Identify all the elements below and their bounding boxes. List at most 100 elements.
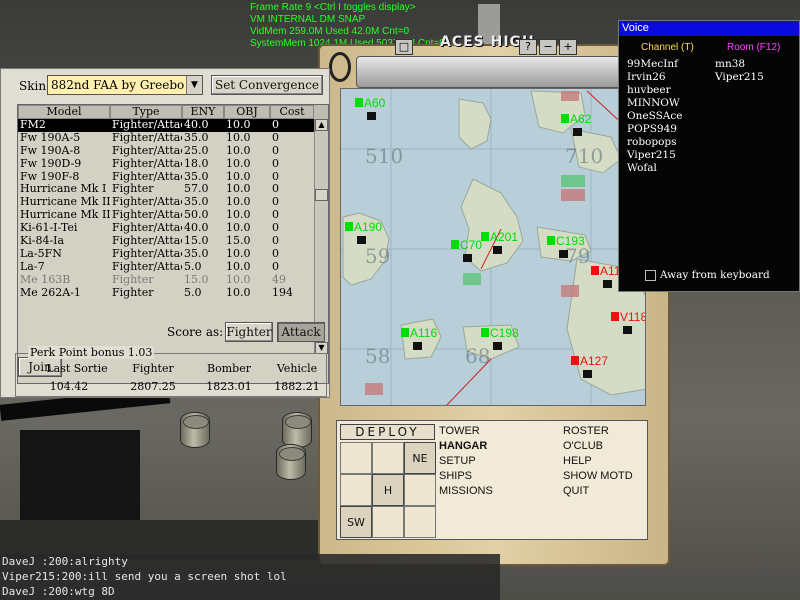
voice-user[interactable]: huvbeer: [627, 84, 682, 97]
base-flag-icon: [571, 356, 579, 365]
chat-line: Viper215:200:ill send you a screen shot …: [2, 570, 287, 583]
window-icon[interactable]: □: [395, 39, 413, 55]
plane-cell-type: Fighter/Attack: [112, 235, 182, 248]
menu-oclub[interactable]: O'CLUB: [563, 440, 603, 452]
score-attack-button[interactable]: Attack: [277, 322, 325, 342]
voice-user[interactable]: Wofal: [627, 162, 682, 175]
plane-row[interactable]: La-5FN Fighter/Attack35.0 10.0 0: [18, 248, 314, 261]
voice-user[interactable]: MINNOW: [627, 97, 682, 110]
plane-row[interactable]: Me 163B Fighter 15.0 10.0 49: [18, 274, 314, 287]
deploy-cell: [372, 506, 404, 538]
map-base-label: A60: [364, 96, 386, 110]
clipboard-map[interactable]: 510 59 68 58 710 79 A60 A62 A190 C70 A201 C19…: [340, 88, 646, 406]
scroll-up-icon[interactable]: ▲: [315, 119, 328, 131]
voice-user[interactable]: Viper215: [627, 149, 682, 162]
airfield-icon: [493, 246, 502, 254]
plane-cell-obj: 10.0: [226, 157, 251, 170]
plane-cell-model: FM2: [20, 119, 46, 131]
help-icon[interactable]: ?: [519, 39, 537, 55]
plane-list-scrollbar[interactable]: ▲ ▼: [314, 119, 328, 354]
plane-row[interactable]: La-7 Fighter/Attack5.0 10.0 0: [18, 261, 314, 274]
scroll-thumb[interactable]: [315, 189, 328, 201]
voice-user[interactable]: OneSSAce: [627, 110, 682, 123]
menu-help[interactable]: HELP: [563, 455, 592, 467]
score-fighter-button[interactable]: Fighter: [225, 322, 273, 342]
voice-channel-header[interactable]: Channel (T): [641, 42, 694, 53]
plane-table-header: Model Type ENY OBJ Cost: [18, 105, 328, 119]
plane-cell-obj: 10.0: [226, 170, 251, 183]
base-flag-icon: [481, 328, 489, 337]
column-cost[interactable]: Cost: [270, 105, 314, 119]
map-sector-label: 59: [365, 244, 390, 268]
set-convergence-button[interactable]: Set Convergence: [211, 75, 323, 95]
plane-row[interactable]: Hurricane Mk IIDFighter/Attack50.0 10.0 0: [18, 209, 314, 222]
voice-user[interactable]: mn38: [715, 58, 764, 71]
voice-room-header[interactable]: Room (F12): [727, 42, 780, 53]
airfield-icon: [603, 280, 612, 288]
plane-row[interactable]: Ki-61-I-Tei Fighter/Attack40.0 10.0 0: [18, 222, 314, 235]
map-sector-label: 58: [365, 344, 390, 368]
map-sector-label: 68: [465, 344, 490, 368]
plane-cell-type: Fighter: [112, 183, 154, 196]
plane-cell-model: Me 262A-1: [20, 286, 81, 299]
clipboard-clip: [356, 56, 646, 88]
plane-cell-model: Fw 190D-9: [20, 157, 82, 170]
map-base-label: A116: [410, 326, 437, 340]
chevron-down-icon[interactable]: ▼: [186, 76, 202, 94]
plane-row[interactable]: Me 262A-1 Fighter 5.0 10.0 194: [18, 287, 314, 300]
column-type[interactable]: Type: [110, 105, 182, 119]
plane-row[interactable]: Ki-84-IaFighter/Attack15.015.00: [18, 235, 314, 248]
plane-row[interactable]: Hurricane Mk IICFighter/Attack35.0 10.0 0: [18, 196, 314, 209]
menu-roster[interactable]: ROSTER: [563, 425, 609, 437]
hud-line: VM INTERNAL DM SNAP: [250, 14, 366, 25]
menu-ships[interactable]: SHIPS: [439, 470, 472, 482]
plane-cell-cost: 0: [272, 119, 279, 131]
chat-log: DaveJ :200:alrighty Viper215:200:ill sen…: [0, 554, 500, 600]
skin-dropdown[interactable]: 882nd FAA by Greebo ▼: [47, 75, 203, 95]
menu-hangar[interactable]: HANGAR: [439, 440, 487, 452]
deploy-sw-button[interactable]: SW: [340, 506, 372, 538]
column-obj[interactable]: OBJ: [224, 105, 270, 119]
plane-cell-model: Hurricane Mk I: [20, 183, 107, 196]
zoom-in-icon[interactable]: +: [559, 39, 577, 55]
plane-cell-model: Hurricane Mk IID: [20, 209, 110, 222]
deploy-cell: [340, 474, 372, 506]
menu-setup[interactable]: SETUP: [439, 455, 476, 467]
deploy-panel: DEPLOY NE H SW TOWER ROSTER HANGAR O'CLU…: [336, 420, 648, 540]
away-checkbox[interactable]: [645, 269, 656, 281]
barrel: [276, 444, 306, 480]
plane-row[interactable]: FM2 Fighter/Attack40.0 10.0 0: [18, 119, 314, 132]
plane-row[interactable]: Fw 190F-8 Fighter/Attack35.0 10.0 0: [18, 171, 314, 184]
map-base-marker[interactable]: A60: [355, 96, 386, 120]
deploy-title: DEPLOY: [340, 424, 435, 440]
voice-user[interactable]: 99MecInf: [627, 58, 682, 71]
plane-cell-model: Ki-84-Ia: [20, 235, 65, 248]
away-from-keyboard-toggle[interactable]: Away from keyboard: [645, 269, 770, 281]
plane-cell-eny: 18.0: [184, 157, 209, 170]
column-model[interactable]: Model: [18, 105, 110, 119]
deploy-home-button[interactable]: H: [372, 474, 404, 506]
plane-row[interactable]: Fw 190A-5 Fighter/Attack35.0 10.0 0: [18, 132, 314, 145]
deploy-ne-button[interactable]: NE: [404, 442, 436, 474]
plane-row[interactable]: Hurricane Mk I Fighter 57.0 10.0 0: [18, 183, 314, 196]
menu-missions[interactable]: MISSIONS: [439, 485, 493, 497]
plane-row[interactable]: Fw 190A-8 Fighter/Attack25.0 10.0 0: [18, 145, 314, 158]
plane-cell-type: Fighter/Attack: [112, 144, 182, 157]
plane-cell-model: Fw 190A-8: [20, 144, 81, 157]
voice-user[interactable]: POPS949: [627, 123, 682, 136]
plane-cell-cost: 194: [272, 286, 293, 299]
plane-cell-type: Fighter/Attack: [112, 209, 182, 222]
column-eny[interactable]: ENY: [182, 105, 224, 119]
voice-user[interactable]: Viper215: [715, 71, 764, 84]
voice-user[interactable]: Irvin26: [627, 71, 682, 84]
plane-cell-obj: 10.0: [226, 260, 251, 273]
perk-value-vehicle: 1882.21: [274, 380, 320, 393]
zoom-out-icon[interactable]: −: [539, 39, 557, 55]
plane-row[interactable]: Fw 190D-9 Fighter/Attack18.0 10.0 0: [18, 158, 314, 171]
voice-user[interactable]: robopops: [627, 136, 682, 149]
plane-cell-eny: 15.0: [184, 235, 209, 248]
menu-quit[interactable]: QUIT: [563, 485, 589, 497]
menu-show-motd[interactable]: SHOW MOTD: [563, 470, 633, 482]
menu-tower[interactable]: TOWER: [439, 425, 480, 437]
airfield-icon: [357, 236, 366, 244]
